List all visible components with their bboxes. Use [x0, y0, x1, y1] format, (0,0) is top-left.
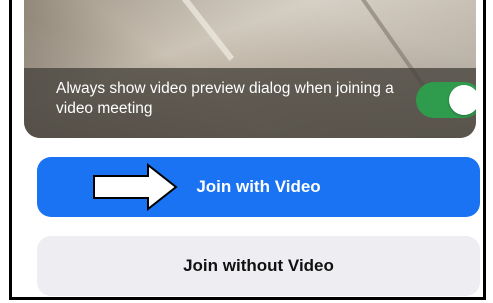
video-preview: Always show video preview dialog when jo…: [24, 0, 476, 138]
join-without-video-button[interactable]: Join without Video: [37, 236, 480, 296]
toggle-knob: [449, 85, 476, 115]
arrow-right-icon: [93, 163, 178, 211]
join-with-video-label: Join with Video: [196, 177, 321, 196]
join-without-video-label: Join without Video: [183, 256, 334, 275]
always-show-preview-toggle[interactable]: [416, 82, 476, 118]
always-show-preview-label: Always show video preview dialog when jo…: [56, 80, 394, 117]
